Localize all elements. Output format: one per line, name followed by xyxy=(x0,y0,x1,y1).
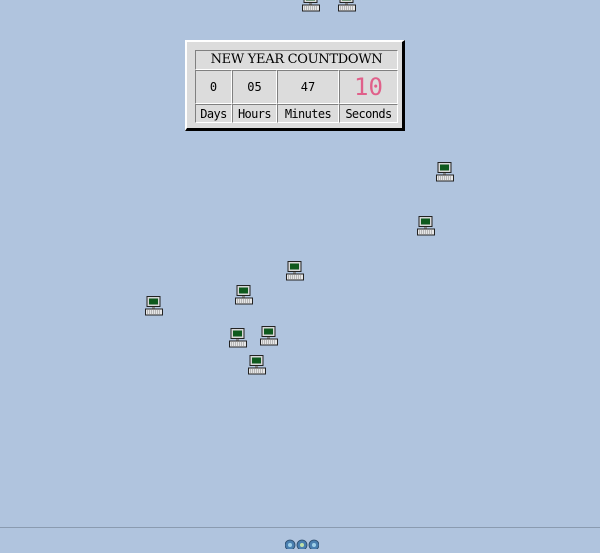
hours-value: 05 xyxy=(232,70,277,104)
countdown-widget: NEW YEAR COUNTDOWN 0 05 47 10 Days Hours… xyxy=(185,40,405,131)
days-value: 0 xyxy=(195,70,232,104)
computer-icon xyxy=(229,328,247,348)
computer-icon xyxy=(436,162,454,182)
computer-icon xyxy=(302,0,320,12)
computer-icon xyxy=(338,0,356,12)
computer-icon xyxy=(235,285,253,305)
computer-icon xyxy=(145,296,163,316)
computer-icon xyxy=(286,261,304,281)
seconds-label: Seconds xyxy=(339,104,398,123)
seconds-value: 10 xyxy=(339,70,398,104)
countdown-table: NEW YEAR COUNTDOWN 0 05 47 10 Days Hours… xyxy=(195,50,398,123)
network-globe-icon[interactable] xyxy=(284,534,320,551)
computer-icon xyxy=(260,326,278,346)
days-label: Days xyxy=(195,104,232,123)
taskbar-divider xyxy=(0,527,600,528)
computer-icon xyxy=(248,355,266,375)
countdown-title: NEW YEAR COUNTDOWN xyxy=(195,50,398,70)
hours-label: Hours xyxy=(232,104,277,123)
minutes-value: 47 xyxy=(277,70,339,104)
computer-icon xyxy=(417,216,435,236)
minutes-label: Minutes xyxy=(277,104,339,123)
